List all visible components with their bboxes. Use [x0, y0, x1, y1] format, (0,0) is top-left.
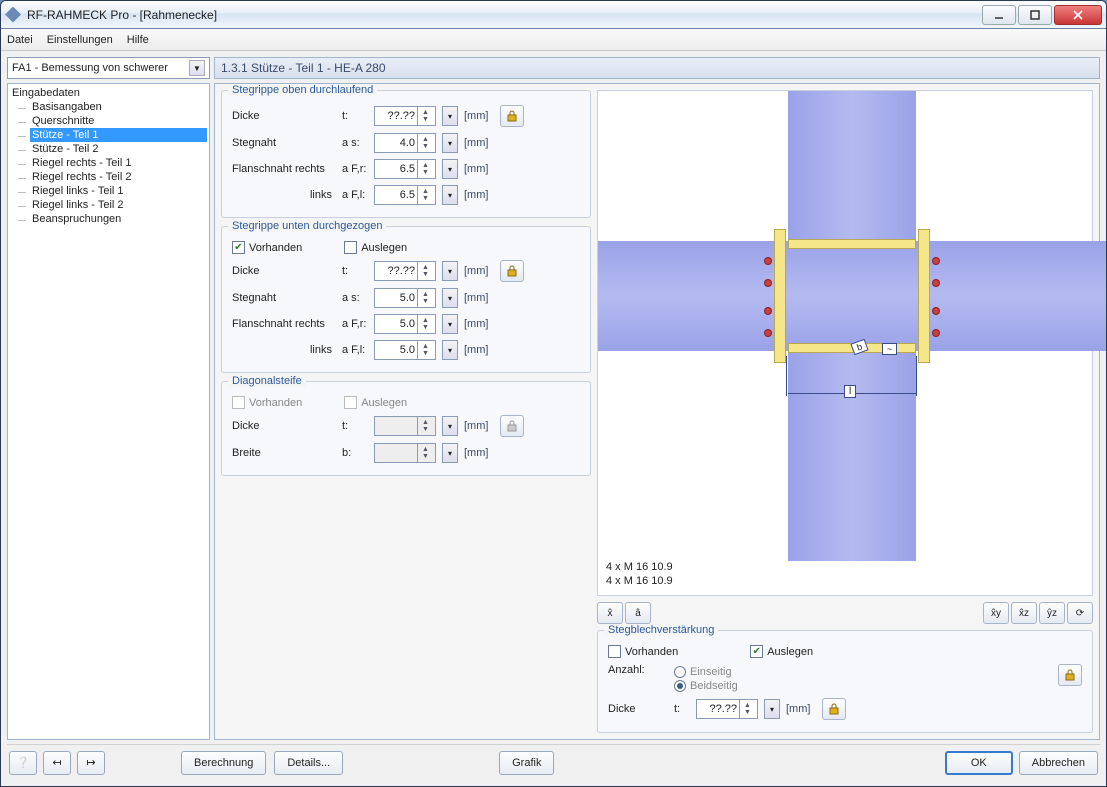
tree-item[interactable]: Beanspruchungen: [30, 212, 207, 226]
prev-button[interactable]: ↤: [43, 751, 71, 775]
webplate-thickness-lock[interactable]: [822, 698, 846, 720]
bottom-thickness-lock[interactable]: [500, 260, 524, 282]
tree-item[interactable]: Riegel links - Teil 1: [30, 184, 207, 198]
group-bottom-rib: Stegrippe unten durchgezogen ✔Vorhanden …: [221, 226, 591, 373]
content-header: 1.3.1 Stütze - Teil 1 - HE-A 280: [214, 57, 1100, 79]
tree-item[interactable]: Stütze - Teil 1: [30, 128, 207, 142]
tree-item[interactable]: Riegel links - Teil 2: [30, 198, 207, 212]
top-webweld-input[interactable]: 4.0▲▼: [374, 133, 436, 153]
viewer-annot-2: 4 x M 16 10.9: [606, 575, 673, 587]
loadcase-combo[interactable]: FA1 - Bemessung von schwerer ▼: [7, 57, 210, 79]
tree-item[interactable]: Querschnitte: [30, 114, 207, 128]
dim-label-l: l: [844, 385, 856, 398]
menu-file[interactable]: Datei: [7, 34, 33, 46]
menubar: Datei Einstellungen Hilfe: [1, 29, 1106, 51]
viewer-annot-1: 4 x M 16 10.9: [606, 561, 673, 573]
webplate-count-lock[interactable]: [1058, 664, 1082, 686]
viewer-toolbar: x̂ â x̂y x̂z ŷz ⟳: [597, 602, 1093, 624]
details-button[interactable]: Details...: [274, 751, 343, 775]
group-top-title: Stegrippe oben durchlaufend: [228, 84, 377, 96]
diag-width-input: ▲▼: [374, 443, 436, 463]
webplate-auto-check[interactable]: ✔Auslegen: [750, 645, 813, 658]
content-area: Stegrippe oben durchlaufend Dicke t: ??.…: [214, 83, 1100, 740]
menu-settings[interactable]: Einstellungen: [47, 34, 113, 46]
top-flange-r-input[interactable]: 6.5▲▼: [374, 159, 436, 179]
top-flange-l-input[interactable]: 6.5▲▼: [374, 185, 436, 205]
group-webplate: Stegblechverstärkung Vorhanden ✔Auslegen…: [597, 630, 1093, 733]
calc-button[interactable]: Berechnung: [181, 751, 266, 775]
tree-root[interactable]: Eingabedaten: [10, 86, 207, 100]
beam-member: [598, 241, 1107, 351]
tree-item[interactable]: Stütze - Teil 2: [30, 142, 207, 156]
top-thickness-label: Dicke: [232, 110, 336, 122]
chevron-down-icon: ▼: [189, 60, 205, 76]
bottom-webweld-input[interactable]: 5.0▲▼: [374, 288, 436, 308]
tree-item[interactable]: Riegel rechts - Teil 2: [30, 170, 207, 184]
top-thickness-input[interactable]: ??.??▲▼: [374, 106, 436, 126]
view-x-button[interactable]: x̂: [597, 602, 623, 624]
tree-item[interactable]: Basisangaben: [30, 100, 207, 114]
webplate-thickness-input[interactable]: ??.??▲▼: [696, 699, 758, 719]
bottom-flange-l-input[interactable]: 5.0▲▼: [374, 340, 436, 360]
maximize-button[interactable]: [1018, 5, 1052, 25]
menu-help[interactable]: Hilfe: [127, 34, 149, 46]
bottom-flange-r-input[interactable]: 5.0▲▼: [374, 314, 436, 334]
tree-item[interactable]: Riegel rechts - Teil 1: [30, 156, 207, 170]
top-webweld-drop[interactable]: ▾: [442, 133, 458, 153]
window-title: RF-RAHMECK Pro - [Rahmenecke]: [27, 8, 974, 22]
view-xy-button[interactable]: x̂y: [983, 602, 1009, 624]
bottom-auto-check[interactable]: Auslegen: [344, 241, 407, 254]
bottom-present-check[interactable]: ✔Vorhanden: [232, 241, 302, 254]
help-button[interactable]: ❔: [9, 751, 37, 775]
graphic-button[interactable]: Grafik: [499, 751, 554, 775]
webplate-present-check[interactable]: Vorhanden: [608, 645, 678, 658]
group-diagonal: Diagonalsteife Vorhanden Auslegen Dicke …: [221, 381, 591, 476]
top-thickness-drop[interactable]: ▾: [442, 106, 458, 126]
diag-auto-check[interactable]: Auslegen: [344, 396, 407, 409]
app-window: RF-RAHMECK Pro - [Rahmenecke] Datei Eins…: [0, 0, 1107, 787]
next-button[interactable]: ↦: [77, 751, 105, 775]
webplate-two-sided-radio[interactable]: Beidseitig: [674, 680, 738, 692]
view-iso-button[interactable]: ⟳: [1067, 602, 1093, 624]
top-thickness-lock[interactable]: [500, 105, 524, 127]
3d-viewer[interactable]: l b ~ 4 x M 16 10.9 4 x M 16 10.9: [597, 90, 1093, 596]
diag-present-check[interactable]: Vorhanden: [232, 396, 302, 409]
webplate-one-sided-radio[interactable]: Einseitig: [674, 666, 738, 678]
cancel-button[interactable]: Abbrechen: [1019, 751, 1098, 775]
app-icon: [5, 7, 21, 23]
group-top-rib: Stegrippe oben durchlaufend Dicke t: ??.…: [221, 90, 591, 218]
ok-button[interactable]: OK: [945, 751, 1013, 775]
nav-tree[interactable]: Eingabedaten BasisangabenQuerschnitteStü…: [7, 83, 210, 740]
footer: ❔ ↤ ↦ Berechnung Details... Grafik OK Ab…: [7, 744, 1100, 780]
diag-thickness-input: ▲▼: [374, 416, 436, 436]
loadcase-combo-text: FA1 - Bemessung von schwerer: [12, 62, 168, 74]
minimize-button[interactable]: [982, 5, 1016, 25]
diag-lock: [500, 415, 524, 437]
view-a-button[interactable]: â: [625, 602, 651, 624]
view-yz-button[interactable]: ŷz: [1039, 602, 1065, 624]
titlebar: RF-RAHMECK Pro - [Rahmenecke]: [1, 1, 1106, 29]
bottom-thickness-input[interactable]: ??.??▲▼: [374, 261, 436, 281]
close-button[interactable]: [1054, 5, 1102, 25]
view-xz-button[interactable]: x̂z: [1011, 602, 1037, 624]
